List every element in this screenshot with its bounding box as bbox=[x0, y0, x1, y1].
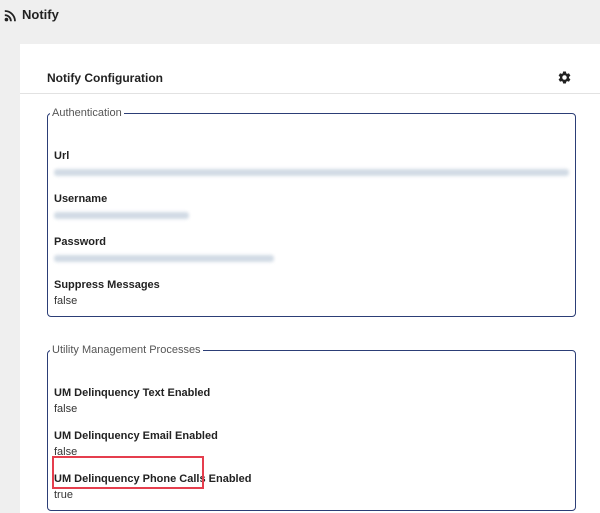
username-value-redacted bbox=[54, 212, 189, 219]
password-value-redacted bbox=[54, 255, 274, 262]
url-label: Url bbox=[54, 150, 70, 162]
top-bar: Notify bbox=[0, 0, 600, 30]
um-delinquency-email-label: UM Delinquency Email Enabled bbox=[54, 430, 218, 442]
authentication-legend: Authentication bbox=[52, 107, 122, 119]
username-field: Username bbox=[54, 193, 254, 219]
suppress-messages-label: Suppress Messages bbox=[54, 279, 160, 291]
password-label: Password bbox=[54, 236, 106, 248]
gear-icon[interactable] bbox=[557, 70, 572, 85]
um-delinquency-phone-calls-value: true bbox=[54, 489, 73, 501]
card-title: Notify Configuration bbox=[47, 71, 163, 85]
um-delinquency-text-value: false bbox=[54, 403, 78, 415]
um-delinquency-text-field: UM Delinquency Text Enabled false bbox=[54, 387, 354, 416]
suppress-messages-field: Suppress Messages false bbox=[54, 279, 254, 308]
suppress-messages-value: false bbox=[54, 295, 78, 307]
um-delinquency-email-field: UM Delinquency Email Enabled false bbox=[54, 430, 354, 459]
app-title: Notify bbox=[22, 7, 59, 22]
utility-management-processes-legend: Utility Management Processes bbox=[52, 344, 201, 356]
um-delinquency-text-label: UM Delinquency Text Enabled bbox=[54, 387, 211, 399]
url-field: Url bbox=[54, 150, 569, 176]
authentication-group: Authentication Url Username Password Sup… bbox=[47, 107, 576, 317]
url-value-redacted bbox=[54, 169, 569, 176]
highlight-box bbox=[52, 456, 204, 489]
username-label: Username bbox=[54, 193, 108, 205]
rss-icon bbox=[4, 10, 16, 22]
card-header: Notify Configuration bbox=[20, 44, 600, 94]
password-field: Password bbox=[54, 236, 314, 262]
